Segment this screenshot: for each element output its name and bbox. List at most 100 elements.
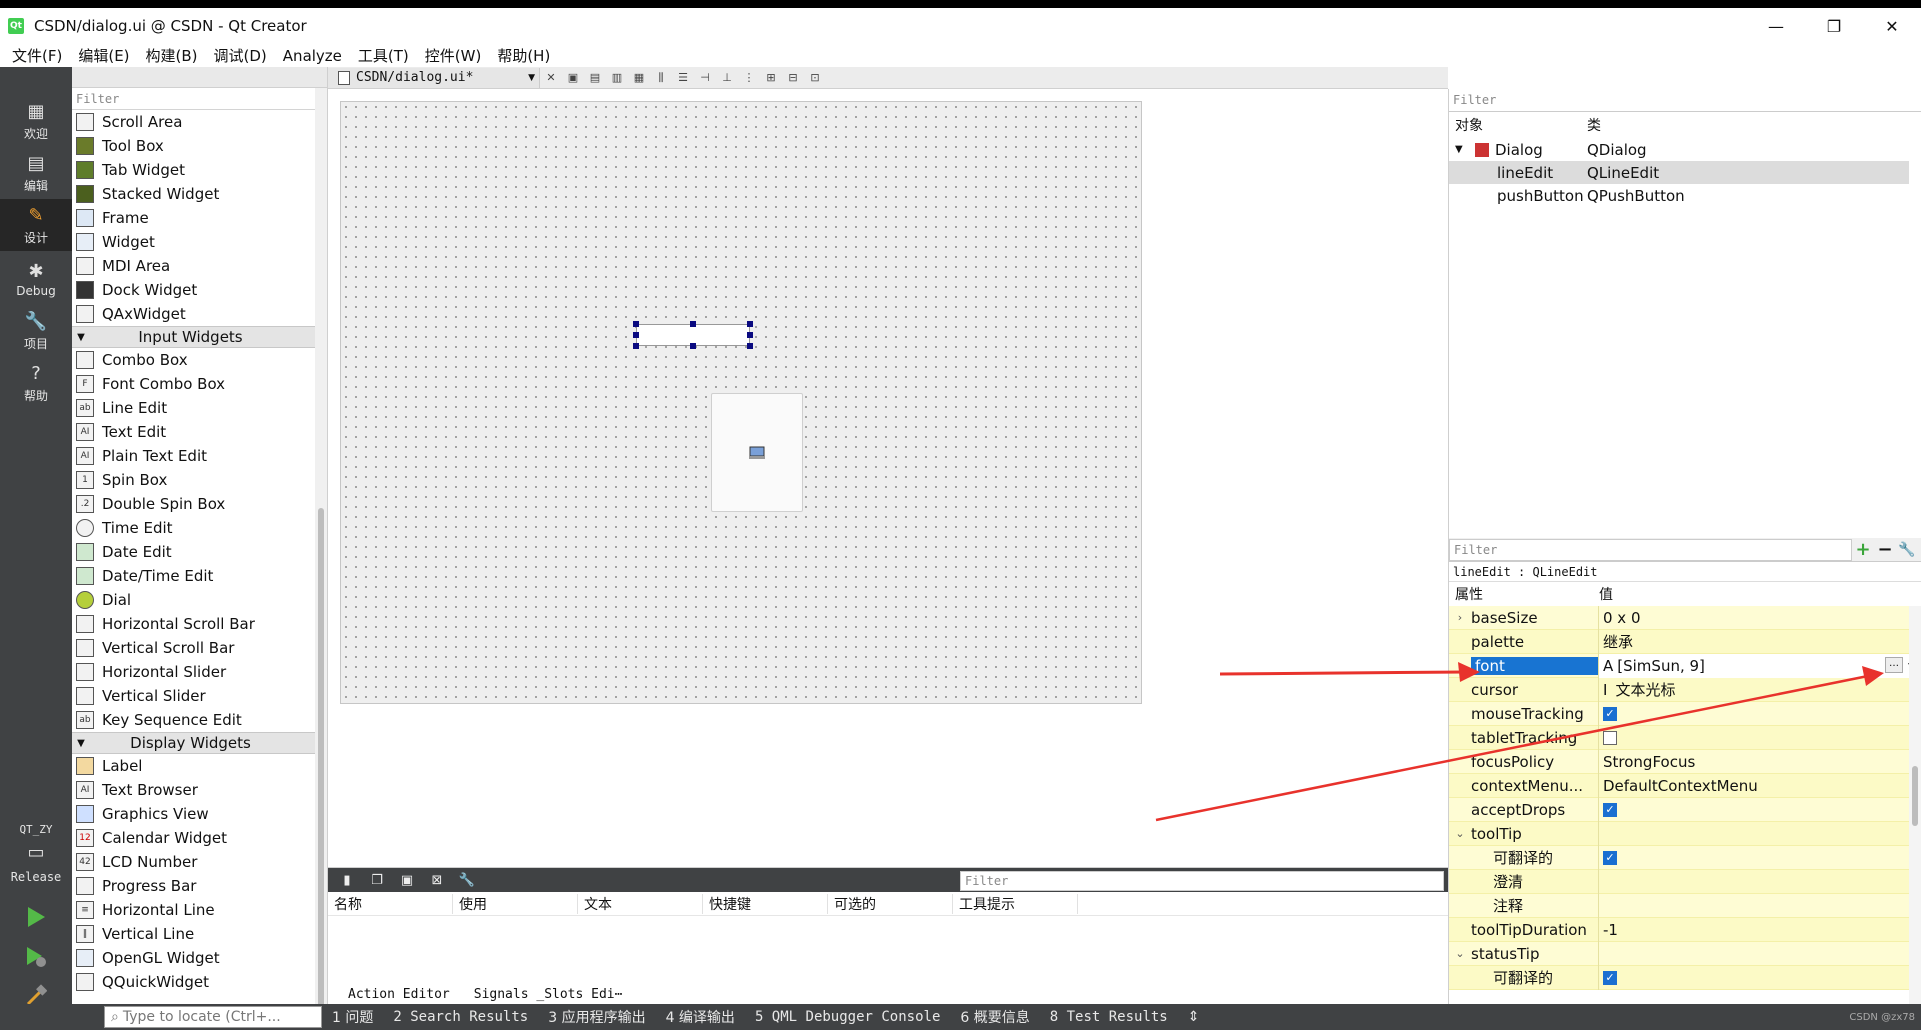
widget-box-filter[interactable]: Filter (72, 88, 327, 110)
mode-welcome[interactable]: ▦ 欢迎 (0, 95, 72, 147)
tab-signals-slots[interactable]: Signals _Slots Edi⋯ (462, 987, 635, 1002)
widget-plain-text-edit[interactable]: AI Plain Text Edit (72, 444, 327, 468)
menu-file[interactable]: 文件(F) (4, 45, 70, 66)
add-dynamic-property-icon[interactable]: + (1852, 539, 1874, 561)
widget-dial[interactable]: Dial (72, 588, 327, 612)
menu-build[interactable]: 构建(B) (138, 45, 206, 66)
widget-dock-widget[interactable]: Dock Widget (72, 278, 327, 302)
column-name[interactable]: 名称 (328, 893, 453, 914)
column-property[interactable]: 属性 (1449, 584, 1599, 604)
layout-horizontal-icon[interactable]: ⫼ (650, 69, 672, 87)
column-used[interactable]: 使用 (453, 893, 578, 914)
widget-graphics-view[interactable]: Graphics View (72, 802, 327, 826)
property-value[interactable]: 继承 (1599, 630, 1921, 654)
widget-spin-box[interactable]: 1 Spin Box (72, 468, 327, 492)
scrollbar-thumb[interactable] (318, 508, 324, 1008)
widget-datetime-edit[interactable]: Date/Time Edit (72, 564, 327, 588)
widget-horizontal-slider[interactable]: Horizontal Slider (72, 660, 327, 684)
property-row-basesize[interactable]: › baseSize 0 x 0 (1449, 605, 1921, 630)
resize-handle[interactable] (747, 321, 753, 327)
widget-label-item[interactable]: Label (72, 754, 327, 778)
layout-vertical-icon[interactable]: ☰ (672, 69, 694, 87)
layout-vsplit-icon[interactable]: ⊥ (716, 69, 738, 87)
break-layout-icon[interactable]: ⊟ (782, 69, 804, 87)
widget-lcd-number[interactable]: 42 LCD Number (72, 850, 327, 874)
property-row-font[interactable]: › font A [SimSun, 9] … ↶ (1449, 653, 1921, 678)
checkbox-unchecked[interactable] (1603, 730, 1617, 745)
tree-row-lineedit[interactable]: lineEdit QLineEdit (1449, 161, 1921, 184)
pane-issues[interactable]: 1 问题 (322, 1007, 383, 1027)
widget-opengl[interactable]: OpenGL Widget (72, 946, 327, 970)
column-value[interactable]: 值 (1599, 584, 1613, 604)
resize-handle[interactable] (690, 321, 696, 327)
widget-text-browser[interactable]: AI Text Browser (72, 778, 327, 802)
remove-dynamic-property-icon[interactable]: − (1874, 539, 1896, 561)
property-editor-scrollbar[interactable] (1909, 606, 1921, 1004)
widget-calendar[interactable]: 12 Calendar Widget (72, 826, 327, 850)
checkbox-checked[interactable]: ✓ (1603, 706, 1617, 721)
property-value[interactable]: -1 (1599, 918, 1921, 942)
pane-general-messages[interactable]: 6 概要信息 (950, 1007, 1039, 1027)
font-value-editor[interactable]: A [SimSun, 9] … ↶ (1599, 653, 1921, 678)
edit-tab-order-icon[interactable]: ▦ (628, 69, 650, 87)
widget-tab-widget[interactable]: Tab Widget (72, 158, 327, 182)
resize-handle[interactable] (747, 343, 753, 349)
pane-qml-debugger[interactable]: 5 QML Debugger Console (745, 1009, 950, 1025)
new-action-icon[interactable]: ▮ (336, 871, 358, 889)
action-filter-input[interactable]: Filter (960, 871, 1444, 891)
category-display-widgets[interactable]: ▼ Display Widgets (72, 732, 327, 754)
configure-icon[interactable]: 🔧 (456, 871, 478, 889)
property-row-tooltip[interactable]: ⌄ toolTip (1449, 821, 1921, 846)
checkbox-checked[interactable]: ✓ (1603, 970, 1617, 985)
widget-frame[interactable]: Frame (72, 206, 327, 230)
property-value[interactable]: 文本光标 (1615, 679, 1675, 700)
property-row-cursor[interactable]: cursor I 文本光标 (1449, 677, 1921, 702)
layout-hsplit-icon[interactable]: ⊣ (694, 69, 716, 87)
widget-horizontal-line[interactable]: ≡ Horizontal Line (72, 898, 327, 922)
menu-tools[interactable]: 工具(T) (350, 45, 417, 66)
widget-tool-box[interactable]: Tool Box (72, 134, 327, 158)
menu-analyze[interactable]: Analyze (275, 47, 350, 65)
configure-icon[interactable]: 🔧 (1896, 539, 1918, 561)
column-shortcut[interactable]: 快捷键 (703, 893, 828, 914)
scrollbar-thumb[interactable] (1912, 766, 1918, 826)
layout-grid-icon[interactable]: ⊞ (760, 69, 782, 87)
document-selector[interactable]: CSDN/dialog.ui* ▼ (328, 67, 540, 88)
pane-search-results[interactable]: 2 Search Results (383, 1009, 538, 1025)
column-tooltip[interactable]: 工具提示 (953, 893, 1078, 914)
pane-compile-output[interactable]: 4 编译输出 (656, 1007, 745, 1027)
tab-action-editor[interactable]: Action Editor (336, 987, 462, 1002)
mode-edit[interactable]: ▤ 编辑 (0, 147, 72, 199)
widget-scroll-area[interactable]: Scroll Area (72, 110, 327, 134)
locator-input[interactable]: ⌕ Type to locate (Ctrl+... (104, 1006, 322, 1028)
widget-horizontal-scroll-bar[interactable]: Horizontal Scroll Bar (72, 612, 327, 636)
resize-handle[interactable] (633, 332, 639, 338)
tree-row-dialog[interactable]: ▼ Dialog QDialog (1449, 138, 1921, 161)
mode-help[interactable]: ? 帮助 (0, 357, 72, 409)
paste-action-icon[interactable]: ▣ (396, 871, 418, 889)
widget-vertical-scroll-bar[interactable]: Vertical Scroll Bar (72, 636, 327, 660)
kit-selector[interactable]: QT_ZY ▭ Release (0, 813, 72, 893)
run-button[interactable] (22, 903, 50, 931)
edit-signals-icon[interactable]: ▤ (584, 69, 606, 87)
resize-handle[interactable] (633, 321, 639, 327)
pane-test-results[interactable]: 8 Test Results (1040, 1009, 1178, 1025)
column-text[interactable]: 文本 (578, 893, 703, 914)
property-row-contextmenu[interactable]: contextMenu... DefaultContextMenu (1449, 773, 1921, 798)
tree-row-pushbutton[interactable]: pushButton QPushButton (1449, 184, 1921, 207)
property-filter-input[interactable]: Filter (1449, 538, 1852, 561)
property-row-palette[interactable]: palette 继承 (1449, 629, 1921, 654)
object-inspector-scrollbar[interactable] (1909, 112, 1921, 532)
adjust-size-icon[interactable]: ⊡ (804, 69, 826, 87)
property-row-focuspolicy[interactable]: focusPolicy StrongFocus (1449, 749, 1921, 774)
more-panes-icon[interactable]: ⇕ (1178, 1009, 1210, 1025)
widget-widget[interactable]: Widget (72, 230, 327, 254)
widget-time-edit[interactable]: Time Edit (72, 516, 327, 540)
property-row-tooltip-comment[interactable]: 注释 (1449, 893, 1921, 918)
mode-design[interactable]: ✎ 设计 (0, 199, 72, 251)
copy-action-icon[interactable]: ❐ (366, 871, 388, 889)
mode-projects[interactable]: 🔧 项目 (0, 305, 72, 357)
widget-combo-box[interactable]: Combo Box (72, 348, 327, 372)
column-object[interactable]: 对象 (1449, 115, 1587, 135)
pane-application-output[interactable]: 3 应用程序输出 (538, 1007, 655, 1027)
